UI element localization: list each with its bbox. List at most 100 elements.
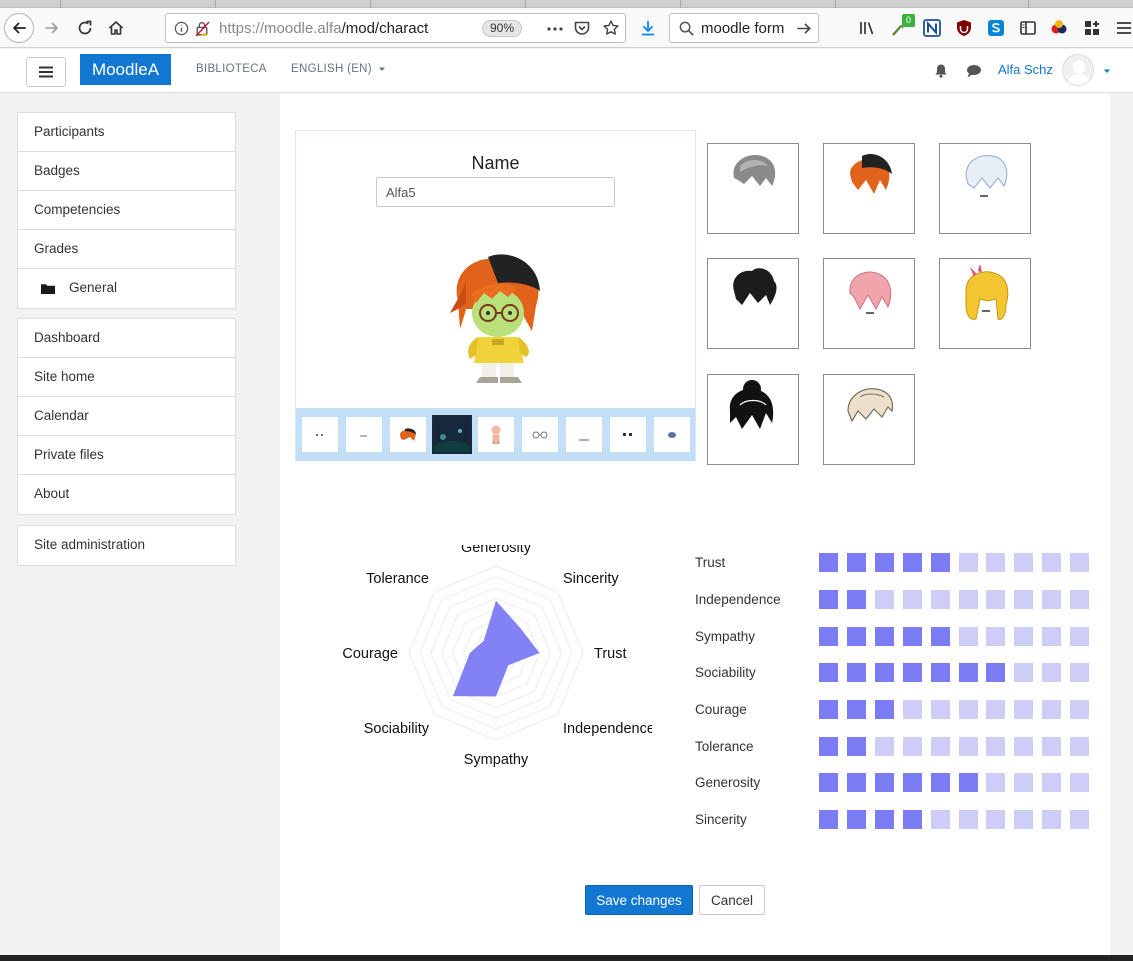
trait-level-square[interactable] bbox=[819, 773, 838, 792]
hair-option-6[interactable] bbox=[939, 258, 1031, 349]
trait-level-square[interactable] bbox=[902, 590, 922, 609]
eyes-thumb[interactable] bbox=[610, 417, 646, 452]
n-extension-icon[interactable] bbox=[923, 19, 941, 37]
trait-level-square[interactable] bbox=[986, 627, 1006, 646]
trait-level-square[interactable] bbox=[819, 737, 838, 756]
hamburger-menu-icon[interactable] bbox=[1115, 19, 1133, 37]
nav-item-site-home[interactable]: Site home bbox=[18, 358, 235, 397]
back-button[interactable] bbox=[4, 13, 34, 43]
add-extension-icon[interactable] bbox=[1083, 19, 1101, 37]
cancel-button[interactable]: Cancel bbox=[699, 885, 765, 915]
trait-level-square[interactable] bbox=[1070, 773, 1090, 792]
trait-level-square[interactable] bbox=[1014, 663, 1034, 682]
search-go-arrow-icon[interactable] bbox=[795, 20, 813, 37]
trait-level-square[interactable] bbox=[1070, 553, 1090, 572]
nav-item-grades[interactable]: Grades bbox=[18, 230, 235, 269]
trait-level-square[interactable] bbox=[1042, 737, 1062, 756]
reload-button[interactable] bbox=[71, 14, 99, 42]
info-icon[interactable] bbox=[174, 21, 189, 36]
trait-level-square[interactable] bbox=[902, 663, 922, 682]
hair-option-3[interactable] bbox=[939, 143, 1031, 234]
trait-level-square[interactable] bbox=[846, 700, 866, 719]
trait-level-square[interactable] bbox=[846, 627, 866, 646]
trait-level-square[interactable] bbox=[1070, 700, 1090, 719]
trait-level-square[interactable] bbox=[958, 810, 978, 829]
nav-item-dashboard[interactable]: Dashboard bbox=[18, 319, 235, 358]
trait-level-square[interactable] bbox=[930, 590, 950, 609]
trait-level-square[interactable] bbox=[819, 810, 838, 829]
trait-level-square[interactable] bbox=[1042, 590, 1062, 609]
trait-level-square[interactable] bbox=[958, 663, 978, 682]
trait-level-square[interactable] bbox=[1042, 553, 1062, 572]
trait-level-square[interactable] bbox=[958, 700, 978, 719]
trait-level-square[interactable] bbox=[874, 737, 894, 756]
trait-level-square[interactable] bbox=[930, 810, 950, 829]
library-icon[interactable] bbox=[858, 19, 876, 37]
sidebar-icon[interactable] bbox=[1019, 19, 1037, 37]
trait-level-square[interactable] bbox=[902, 737, 922, 756]
trait-level-square[interactable] bbox=[986, 810, 1006, 829]
trait-level-square[interactable] bbox=[986, 663, 1006, 682]
hair-option-4[interactable] bbox=[707, 258, 799, 349]
trait-level-square[interactable] bbox=[846, 810, 866, 829]
nav-item-competencies[interactable]: Competencies bbox=[18, 191, 235, 230]
nav-item-site-administration[interactable]: Site administration bbox=[18, 526, 235, 565]
trait-level-square[interactable] bbox=[874, 700, 894, 719]
zoom-level-badge[interactable]: 90% bbox=[482, 20, 522, 37]
save-changes-button[interactable]: Save changes bbox=[585, 885, 693, 915]
language-menu[interactable]: ENGLISH (EN) bbox=[291, 63, 386, 75]
character-name-input[interactable] bbox=[376, 177, 615, 207]
trait-level-square[interactable] bbox=[958, 590, 978, 609]
skype-icon[interactable] bbox=[987, 19, 1005, 37]
hair-option-2[interactable] bbox=[823, 143, 915, 234]
background-thumb[interactable] bbox=[432, 415, 472, 454]
trait-level-square[interactable] bbox=[1014, 590, 1034, 609]
downloads-button[interactable] bbox=[634, 14, 662, 42]
trait-level-square[interactable] bbox=[1014, 810, 1034, 829]
bell-icon[interactable] bbox=[934, 63, 948, 78]
nav-item-badges[interactable]: Badges bbox=[18, 152, 235, 191]
ublock-shield-icon[interactable] bbox=[955, 19, 973, 37]
nav-item-participants[interactable]: Participants bbox=[18, 113, 235, 152]
more-actions-icon[interactable] bbox=[546, 22, 564, 36]
extension-badge-button[interactable]: 0 bbox=[891, 14, 915, 39]
home-button[interactable] bbox=[102, 14, 130, 42]
glasses-thumb[interactable] bbox=[522, 417, 558, 452]
trait-level-square[interactable] bbox=[1070, 737, 1090, 756]
eye-thumb[interactable] bbox=[346, 417, 382, 452]
color-balls-icon[interactable] bbox=[1050, 19, 1068, 37]
site-brand-link[interactable]: MoodleA bbox=[80, 54, 171, 85]
hair-thumb[interactable] bbox=[390, 417, 426, 452]
hair-option-1[interactable] bbox=[707, 143, 799, 234]
trait-level-square[interactable] bbox=[819, 553, 838, 572]
trait-level-square[interactable] bbox=[986, 590, 1006, 609]
forward-button[interactable] bbox=[38, 14, 66, 42]
hair-option-7[interactable] bbox=[707, 374, 799, 465]
trait-level-square[interactable] bbox=[846, 553, 866, 572]
trait-level-square[interactable] bbox=[1014, 700, 1034, 719]
trait-level-square[interactable] bbox=[874, 590, 894, 609]
nav-item-calendar[interactable]: Calendar bbox=[18, 397, 235, 436]
user-menu-caret-icon[interactable] bbox=[1103, 68, 1111, 74]
pocket-icon[interactable] bbox=[573, 19, 591, 37]
trait-level-square[interactable] bbox=[958, 553, 978, 572]
trait-level-square[interactable] bbox=[874, 773, 894, 792]
item-thumb[interactable] bbox=[654, 417, 690, 452]
trait-level-square[interactable] bbox=[874, 553, 894, 572]
trait-level-square[interactable] bbox=[1070, 627, 1090, 646]
trait-level-square[interactable] bbox=[902, 773, 922, 792]
trait-level-square[interactable] bbox=[930, 553, 950, 572]
trait-level-square[interactable] bbox=[986, 553, 1006, 572]
trait-level-square[interactable] bbox=[1042, 627, 1062, 646]
trait-level-square[interactable] bbox=[930, 737, 950, 756]
trait-level-square[interactable] bbox=[958, 773, 978, 792]
trait-level-square[interactable] bbox=[819, 700, 838, 719]
user-menu-name[interactable]: Alfa Schz bbox=[998, 62, 1053, 77]
trait-level-square[interactable] bbox=[1070, 663, 1090, 682]
trait-level-square[interactable] bbox=[986, 737, 1006, 756]
trait-level-square[interactable] bbox=[986, 773, 1006, 792]
trait-level-square[interactable] bbox=[874, 663, 894, 682]
trait-level-square[interactable] bbox=[1014, 627, 1034, 646]
trait-level-square[interactable] bbox=[902, 700, 922, 719]
trait-level-square[interactable] bbox=[1070, 810, 1090, 829]
